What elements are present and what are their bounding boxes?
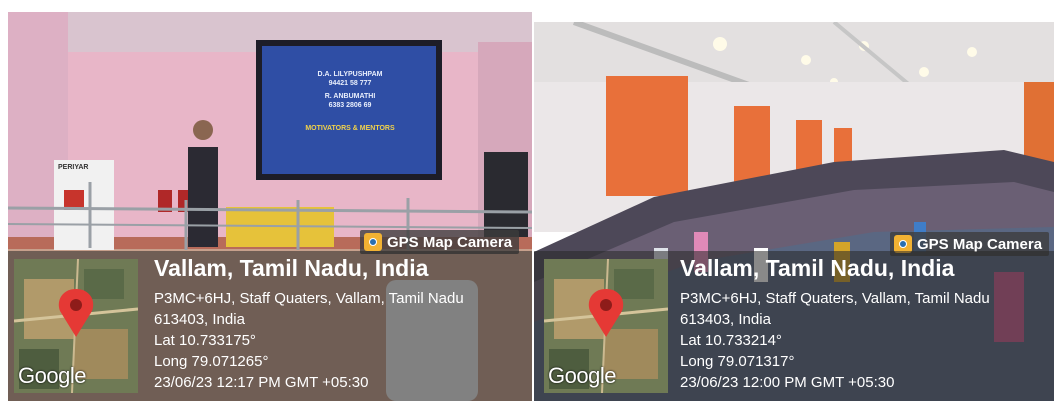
slide-line-4: 6383 2806 69	[328, 102, 372, 109]
map-thumbnail: Google	[14, 259, 138, 393]
photo-left: D.A. LILYPUSHPAM 94421 58 777 R. ANBUMAT…	[8, 12, 532, 401]
slide-line-3: R. ANBUMATHI	[324, 93, 376, 100]
datetime: 23/06/23 12:17 PM GMT +05:30	[154, 374, 369, 391]
slide-line-5: MOTIVATORS & MENTORS	[305, 125, 395, 132]
badge-label: GPS Map Camera	[917, 235, 1043, 253]
location-info: Vallam, Tamil Nadu, India P3MC+6HJ, Staf…	[154, 255, 464, 393]
google-logo: Google	[548, 363, 616, 388]
location-info: Vallam, Tamil Nadu, India P3MC+6HJ, Staf…	[680, 255, 990, 393]
camera-icon	[364, 233, 382, 251]
latitude: Lat 10.733214°	[680, 332, 782, 349]
location-overlay: Google Vallam, Tamil Nadu, India P3MC+6H…	[534, 251, 1054, 401]
address-line-2: 613403, India	[680, 311, 771, 328]
datetime: 23/06/23 12:00 PM GMT +05:30	[680, 374, 895, 391]
map-thumbnail: Google	[544, 259, 668, 393]
badge-label: GPS Map Camera	[387, 233, 513, 251]
location-overlay: Google Vallam, Tamil Nadu, India P3MC+6H…	[8, 251, 532, 401]
longitude: Long 79.071265°	[154, 353, 269, 370]
google-logo: Google	[18, 363, 86, 388]
slide-line-1: D.A. LILYPUSHPAM	[317, 71, 383, 78]
podium-label: PERIYAR	[58, 164, 89, 171]
slide-text: D.A. LILYPUSHPAM 94421 58 777 R. ANBUMAT…	[270, 70, 430, 133]
longitude: Long 79.071317°	[680, 353, 795, 370]
photo-right: GPS Map Camera Google Vallam, Tamil Nadu…	[534, 22, 1054, 401]
address-line-2: 613403, India	[154, 311, 245, 328]
address-line-1: P3MC+6HJ, Staff Quaters, Vallam, Tamil N…	[680, 290, 990, 307]
city-title: Vallam, Tamil Nadu, India	[154, 255, 429, 281]
latitude: Lat 10.733175°	[154, 332, 256, 349]
city-title: Vallam, Tamil Nadu, India	[680, 255, 955, 281]
slide-line-2: 94421 58 777	[328, 80, 372, 87]
address-line-1: P3MC+6HJ, Staff Quaters, Vallam, Tamil N…	[154, 290, 464, 307]
